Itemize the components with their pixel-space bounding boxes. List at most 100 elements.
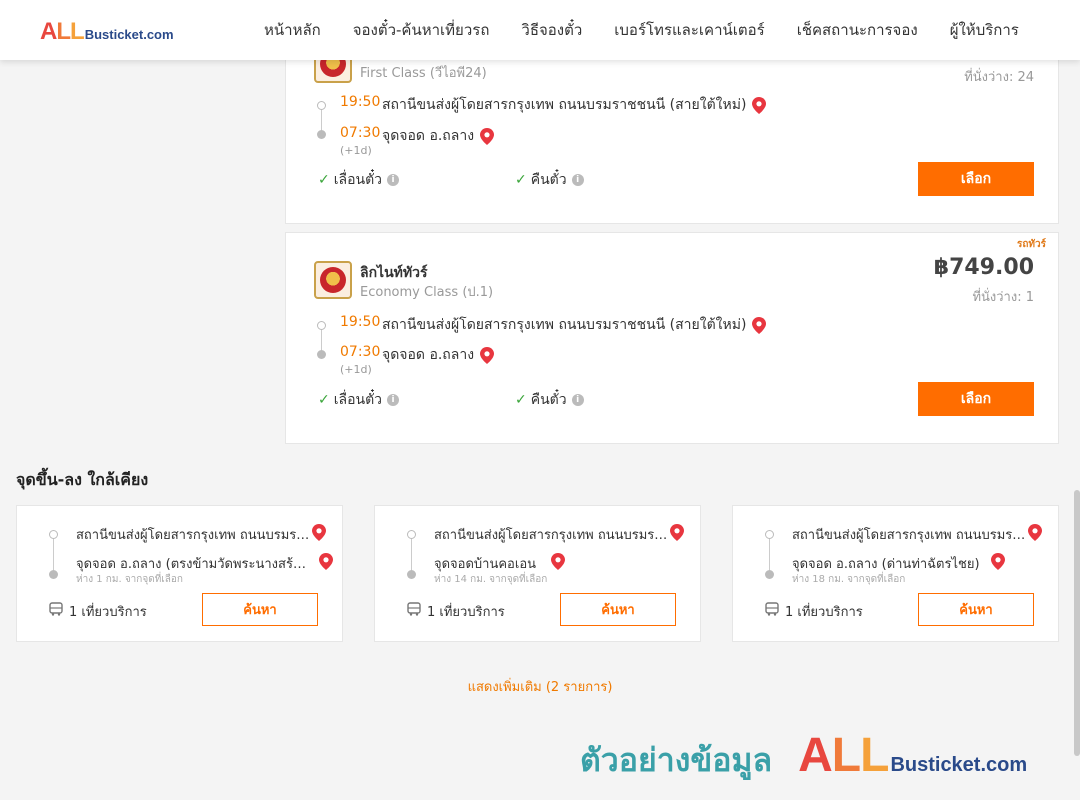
map-pin-icon[interactable] xyxy=(752,96,767,114)
bus-type-tag: รถทัวร์ xyxy=(1016,239,1046,250)
feature-reschedule: ✓ เลื่อนตั๋ว i xyxy=(318,169,400,191)
watermark-thai-text: ตัวอย่างข้อมูล xyxy=(580,741,773,779)
arrive-stop-name: จุดจอด อ.ถลาง xyxy=(382,347,475,363)
map-pin-icon[interactable] xyxy=(319,553,333,570)
timeline-line xyxy=(769,536,770,572)
arrive-dot xyxy=(317,130,326,139)
nearby-distance: ห่าง 14 กม. จากจุดที่เลือก xyxy=(434,574,548,585)
nearby-service-count: 1 เที่ยวบริการ xyxy=(427,605,505,620)
nearby-service-count: 1 เที่ยวบริการ xyxy=(69,605,147,620)
trip-price: ฿749.00 xyxy=(933,255,1034,280)
show-more-link[interactable]: แสดงเพิ่มเติม (2 รายการ) xyxy=(0,676,1080,697)
info-icon[interactable]: i xyxy=(571,394,584,406)
depart-dot xyxy=(317,101,326,110)
arrive-time: 07:30 xyxy=(340,344,381,360)
info-icon[interactable]: i xyxy=(387,394,400,406)
feature-label: เลื่อนตั๋ว xyxy=(333,172,383,188)
page-scrollbar[interactable] xyxy=(1074,490,1080,756)
bus-class: Economy Class (ป.1) xyxy=(360,285,494,300)
main-nav: หน้าหลัก จองตั๋ว-ค้นหาเที่ยวรถ วิธีจองตั… xyxy=(248,0,1035,60)
nearby-to-stop: จุดจอดบ้านคอเอน xyxy=(434,557,537,572)
arrive-dot xyxy=(317,350,326,359)
map-pin-icon[interactable] xyxy=(752,316,767,334)
nav-operators[interactable]: ผู้ให้บริการ xyxy=(934,18,1035,42)
next-day-badge: (+1d) xyxy=(340,144,372,157)
nav-how-to-book[interactable]: วิธีจองตั๋ว xyxy=(505,18,598,42)
nearby-search-button[interactable]: ค้นหา xyxy=(560,593,676,626)
depart-stop-name: สถานีขนส่งผู้โดยสารกรุงเทพ ถนนบรมราชชนนี… xyxy=(382,97,747,113)
to-dot xyxy=(407,570,416,579)
map-pin-icon[interactable] xyxy=(480,127,495,145)
from-dot xyxy=(765,530,774,539)
arrive-stop-name: จุดจอด อ.ถลาง xyxy=(382,128,475,144)
feature-label: เลื่อนตั๋ว xyxy=(333,392,383,408)
nav-home[interactable]: หน้าหลัก xyxy=(248,18,337,42)
trip-card: รถทัวร์ ลิกไนท์ทัวร์ Economy Class (ป.1)… xyxy=(285,232,1059,444)
site-logo[interactable]: ALL Busticket.com xyxy=(40,18,174,46)
map-pin-icon[interactable] xyxy=(312,524,326,541)
feature-label: คืนตั๋ว xyxy=(530,392,567,408)
to-dot xyxy=(49,570,58,579)
nearby-search-button[interactable]: ค้นหา xyxy=(918,593,1034,626)
watermark-all-text: ALL xyxy=(798,729,889,782)
watermark-rest-text: Busticket.com xyxy=(890,754,1028,776)
nearby-to-stop: จุดจอด อ.ถลาง (ด่านท่าฉัตรไชย) xyxy=(792,557,980,572)
site-header: ALL Busticket.com หน้าหลัก จองตั๋ว-ค้นหา… xyxy=(0,0,1080,60)
feature-refund: ✓ คืนตั๋ว i xyxy=(515,389,584,411)
nav-check-booking[interactable]: เช็คสถานะการจอง xyxy=(781,18,934,42)
from-dot xyxy=(49,530,58,539)
depart-stop: สถานีขนส่งผู้โดยสารกรุงเทพ ถนนบรมราชชนนี… xyxy=(382,94,767,116)
logo-rest-text: Busticket.com xyxy=(84,27,174,42)
bus-icon xyxy=(407,602,421,616)
seats-available: ที่นั่งว่าง: 24 xyxy=(964,70,1034,85)
timeline-line xyxy=(53,536,54,572)
nav-book-search[interactable]: จองตั๋ว-ค้นหาเที่ยวรถ xyxy=(337,18,506,42)
bus-class: First Class (วีไอพี24) xyxy=(360,66,487,81)
bus-icon xyxy=(49,602,63,616)
nearby-to-stop: จุดจอด อ.ถลาง (ตรงข้ามวัดพระนางสร้าง) xyxy=(76,557,310,572)
select-trip-button[interactable]: เลือก xyxy=(918,162,1034,196)
feature-refund: ✓ คืนตั๋ว i xyxy=(515,169,584,191)
map-pin-icon[interactable] xyxy=(670,524,684,541)
check-icon: ✓ xyxy=(515,172,527,188)
check-icon: ✓ xyxy=(318,392,330,408)
nearby-from-stop: สถานีขนส่งผู้โดยสารกรุงเทพ ถนนบรมราชชนนี… xyxy=(434,528,670,543)
depart-stop: สถานีขนส่งผู้โดยสารกรุงเทพ ถนนบรมราชชนนี… xyxy=(382,314,767,336)
nearby-from-stop: สถานีขนส่งผู้โดยสารกรุงเทพ ถนนบรมราชชนนี… xyxy=(792,528,1028,543)
sample-data-watermark: ตัวอย่างข้อมูล ALL Busticket.com xyxy=(580,728,1028,782)
from-dot xyxy=(407,530,416,539)
nearby-distance: ห่าง 18 กม. จากจุดที่เลือก xyxy=(792,574,906,585)
arrive-stop: จุดจอด อ.ถลาง xyxy=(382,125,495,147)
nearby-card: สถานีขนส่งผู้โดยสารกรุงเทพ ถนนบรมราชชนนี… xyxy=(374,505,701,642)
feature-reschedule: ✓ เลื่อนตั๋ว i xyxy=(318,389,400,411)
nearby-service-count: 1 เที่ยวบริการ xyxy=(785,605,863,620)
nearby-from-stop: สถานีขนส่งผู้โดยสารกรุงเทพ ถนนบรมราชชนนี… xyxy=(76,528,312,543)
seats-available: ที่นั่งว่าง: 1 xyxy=(972,290,1034,305)
nearby-search-button[interactable]: ค้นหา xyxy=(202,593,318,626)
bus-icon xyxy=(765,602,779,616)
map-pin-icon[interactable] xyxy=(991,553,1005,570)
map-pin-icon[interactable] xyxy=(1028,524,1042,541)
logo-all-text: ALL xyxy=(40,18,85,45)
info-icon[interactable]: i xyxy=(571,174,584,186)
operator-logo xyxy=(314,261,352,299)
info-icon[interactable]: i xyxy=(387,174,400,186)
arrive-stop: จุดจอด อ.ถลาง xyxy=(382,344,495,366)
nearby-card: สถานีขนส่งผู้โดยสารกรุงเทพ ถนนบรมราชชนนี… xyxy=(16,505,343,642)
select-trip-button[interactable]: เลือก xyxy=(918,382,1034,416)
nav-contact-counters[interactable]: เบอร์โทรและเคาน์เตอร์ xyxy=(598,18,780,42)
next-day-badge: (+1d) xyxy=(340,363,372,376)
to-dot xyxy=(765,570,774,579)
depart-time: 19:50 xyxy=(340,94,381,110)
check-icon: ✓ xyxy=(515,392,527,408)
check-icon: ✓ xyxy=(318,172,330,188)
arrive-time: 07:30 xyxy=(340,125,381,141)
nearby-distance: ห่าง 1 กม. จากจุดที่เลือก xyxy=(76,574,183,585)
depart-dot xyxy=(317,321,326,330)
timeline-line xyxy=(411,536,412,572)
depart-stop-name: สถานีขนส่งผู้โดยสารกรุงเทพ ถนนบรมราชชนนี… xyxy=(382,317,747,333)
feature-label: คืนตั๋ว xyxy=(530,172,567,188)
map-pin-icon[interactable] xyxy=(480,346,495,364)
nearby-card: สถานีขนส่งผู้โดยสารกรุงเทพ ถนนบรมราชชนนี… xyxy=(732,505,1059,642)
map-pin-icon[interactable] xyxy=(551,553,565,570)
